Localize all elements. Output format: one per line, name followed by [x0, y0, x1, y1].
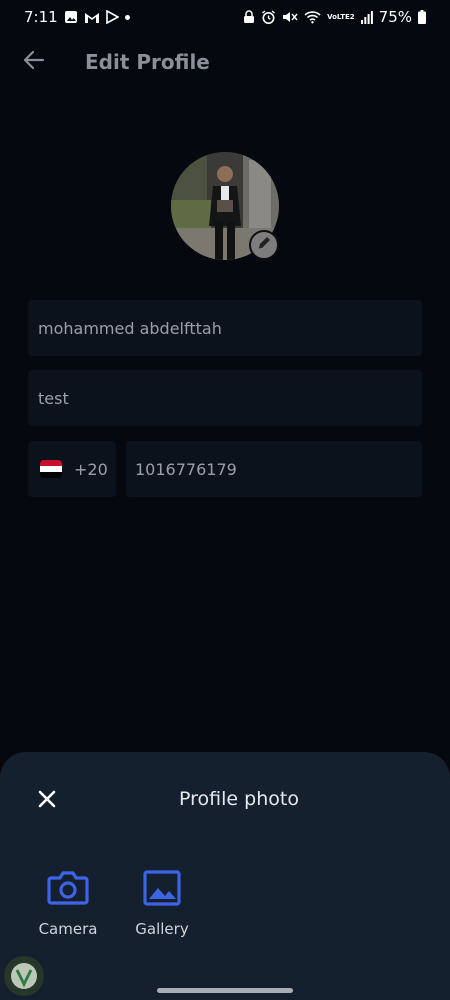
- sheet-title: Profile photo: [179, 788, 299, 810]
- battery-percent: 75%: [378, 8, 412, 26]
- country-code-value: +20: [74, 459, 108, 479]
- last-name-value: test: [38, 388, 69, 408]
- image-icon: [143, 870, 181, 910]
- country-code-selector[interactable]: +20: [28, 441, 116, 497]
- phone-field[interactable]: 1016776179: [126, 441, 422, 497]
- mute-icon: [282, 10, 298, 24]
- volte-label: VoLTE2: [327, 12, 355, 21]
- status-time: 7:11: [24, 8, 58, 26]
- full-name-field[interactable]: mohammed abdelfttah: [28, 300, 422, 356]
- back-button[interactable]: [18, 46, 50, 78]
- status-bar: 7:11 VoLTE2 75%: [0, 0, 450, 34]
- notification-dot: [124, 14, 130, 20]
- arrow-left-icon: [23, 50, 45, 74]
- play-store-icon: [105, 10, 119, 24]
- pencil-icon: [256, 235, 272, 255]
- camera-label: Camera: [38, 920, 98, 938]
- signal-icon: [360, 10, 373, 24]
- status-right: VoLTE2 75%: [243, 8, 426, 26]
- header: Edit Profile: [0, 40, 450, 86]
- navigation-handle[interactable]: [157, 988, 293, 993]
- full-name-value: mohammed abdelfttah: [38, 318, 222, 338]
- gallery-option[interactable]: Gallery: [122, 870, 202, 938]
- profile-photo-sheet: Profile photo Camera Gallery: [0, 752, 450, 1000]
- wifi-icon: [304, 10, 321, 24]
- camera-icon: [47, 870, 89, 910]
- alarm-icon: [261, 9, 276, 25]
- egypt-flag-icon: [40, 460, 62, 478]
- lock-icon: [243, 10, 255, 24]
- photo-icon: [64, 10, 78, 24]
- edit-photo-button[interactable]: [249, 230, 279, 260]
- page-title: Edit Profile: [85, 50, 210, 74]
- camera-option[interactable]: Camera: [28, 870, 108, 938]
- avatar-container: [171, 152, 279, 260]
- last-name-field[interactable]: test: [28, 370, 422, 426]
- app-logo-badge: [4, 956, 44, 996]
- battery-icon: [418, 10, 426, 24]
- phone-value: 1016776179: [135, 459, 237, 479]
- volte-icon: VoLTE2: [327, 12, 355, 21]
- gmail-icon: [84, 11, 100, 24]
- status-left: 7:11: [24, 8, 130, 26]
- gallery-label: Gallery: [135, 920, 189, 938]
